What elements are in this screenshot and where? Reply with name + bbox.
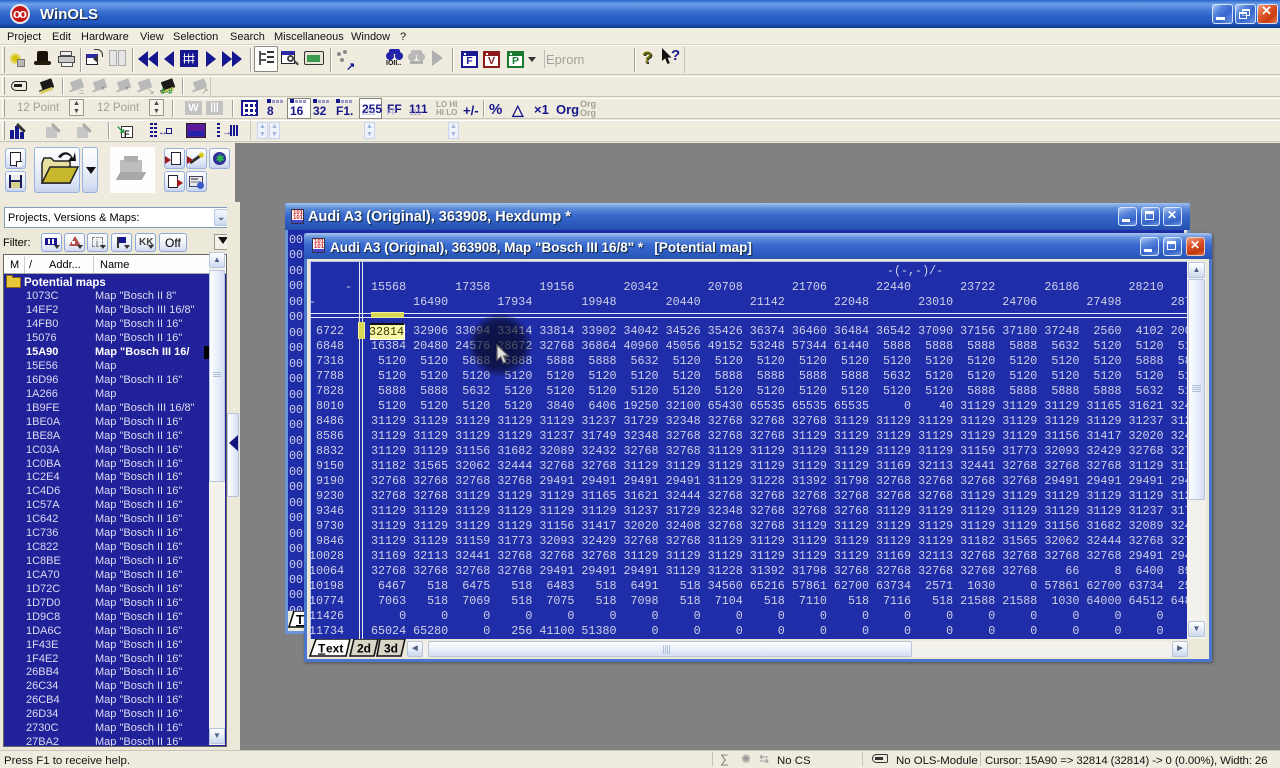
svg-text:2d: 2d (357, 642, 371, 656)
svg-text:T: T (296, 612, 304, 627)
svg-text:3d: 3d (384, 642, 398, 656)
svg-text:ext: ext (326, 642, 343, 656)
svg-text:T: T (318, 642, 326, 656)
